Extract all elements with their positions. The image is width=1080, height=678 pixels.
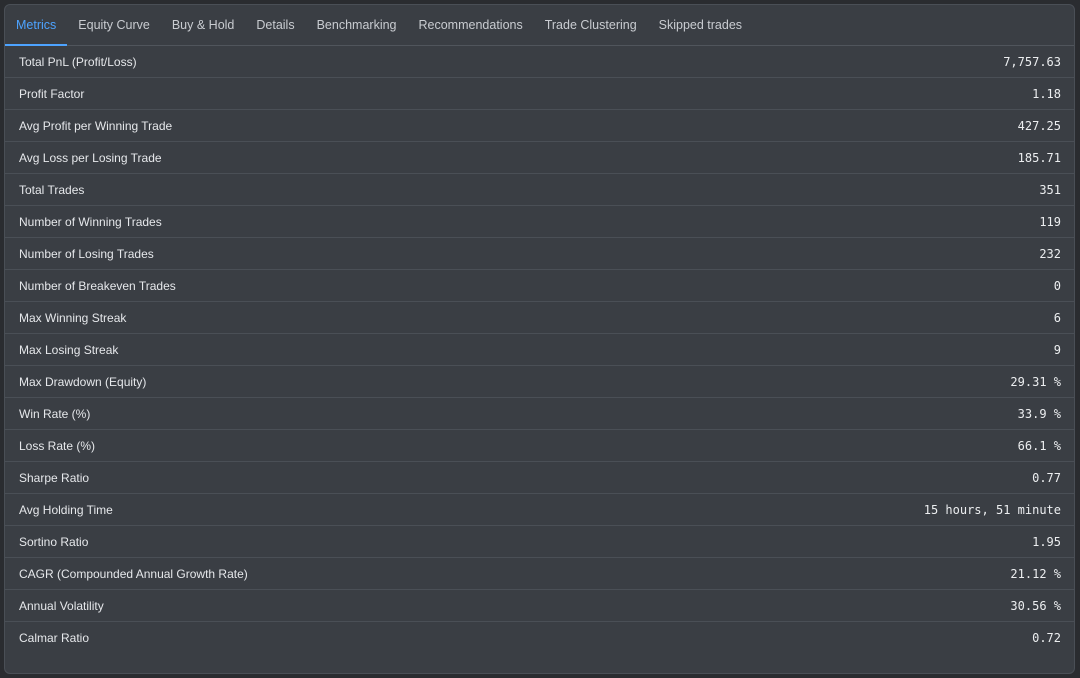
metric-label: Sortino Ratio xyxy=(19,534,89,549)
table-row: Total Trades 351 xyxy=(5,174,1074,206)
metric-label: Number of Winning Trades xyxy=(19,214,162,229)
table-row: CAGR (Compounded Annual Growth Rate) 21.… xyxy=(5,558,1074,590)
metric-label: Sharpe Ratio xyxy=(19,470,90,485)
metric-label: Max Winning Streak xyxy=(19,310,127,325)
metric-label: CAGR (Compounded Annual Growth Rate) xyxy=(19,566,248,581)
metric-label: Loss Rate (%) xyxy=(19,438,96,453)
table-row: Avg Loss per Losing Trade 185.71 xyxy=(5,142,1074,174)
metric-label: Avg Loss per Losing Trade xyxy=(19,150,162,165)
metric-label: Win Rate (%) xyxy=(19,406,91,421)
tab-trade-clustering[interactable]: Trade Clustering xyxy=(534,5,648,45)
metric-value: 351 xyxy=(1039,182,1061,197)
metric-label: Profit Factor xyxy=(19,86,85,101)
metric-label: Calmar Ratio xyxy=(19,631,90,645)
metric-value: 119 xyxy=(1039,214,1061,229)
table-row: Annual Volatility 30.56 % xyxy=(5,590,1074,622)
tab-buy-and-hold[interactable]: Buy & Hold xyxy=(161,5,246,45)
table-row: Avg Holding Time 15 hours, 51 minute xyxy=(5,494,1074,526)
table-row: Profit Factor 1.18 xyxy=(5,78,1074,110)
metric-value: 7,757.63 xyxy=(1003,54,1061,69)
metric-value: 29.31 % xyxy=(1010,374,1061,389)
tab-details[interactable]: Details xyxy=(245,5,305,45)
table-row: Max Winning Streak 6 xyxy=(5,302,1074,334)
metric-label: Max Losing Streak xyxy=(19,342,119,357)
metric-value: 232 xyxy=(1039,246,1061,261)
tab-equity-curve[interactable]: Equity Curve xyxy=(67,5,161,45)
metric-value: 15 hours, 51 minute xyxy=(923,502,1061,517)
table-row: Avg Profit per Winning Trade 427.25 xyxy=(5,110,1074,142)
table-row: Win Rate (%) 33.9 % xyxy=(5,398,1074,430)
tab-recommendations[interactable]: Recommendations xyxy=(408,5,534,45)
metric-value: 30.56 % xyxy=(1010,598,1061,613)
tab-benchmarking[interactable]: Benchmarking xyxy=(306,5,408,45)
metric-value: 6 xyxy=(1053,310,1061,325)
metric-value: 0.77 xyxy=(1032,470,1061,485)
table-row: Number of Losing Trades 232 xyxy=(5,238,1074,270)
table-row: Sharpe Ratio 0.77 xyxy=(5,462,1074,494)
metric-value: 9 xyxy=(1053,342,1061,357)
metrics-table: Total PnL (Profit/Loss) 7,757.63 Profit … xyxy=(5,46,1074,654)
metric-label: Annual Volatility xyxy=(19,598,104,613)
metric-value: 1.18 xyxy=(1032,86,1061,101)
metric-label: Avg Holding Time xyxy=(19,502,113,517)
table-row: Number of Breakeven Trades 0 xyxy=(5,270,1074,302)
tab-skipped-trades[interactable]: Skipped trades xyxy=(648,5,753,45)
metric-value: 185.71 xyxy=(1017,150,1061,165)
metric-value: 0.72 xyxy=(1032,631,1061,645)
tab-metrics[interactable]: Metrics xyxy=(5,5,68,46)
metric-value: 0 xyxy=(1053,278,1061,293)
metric-value: 427.25 xyxy=(1017,118,1061,133)
table-row: Total PnL (Profit/Loss) 7,757.63 xyxy=(5,46,1074,78)
table-row: Loss Rate (%) 66.1 % xyxy=(5,430,1074,462)
table-row: Sortino Ratio 1.95 xyxy=(5,526,1074,558)
metric-label: Total Trades xyxy=(19,182,85,197)
metric-label: Max Drawdown (Equity) xyxy=(19,374,147,389)
metrics-panel: Metrics Equity Curve Buy & Hold Details … xyxy=(4,4,1075,674)
metric-label: Total PnL (Profit/Loss) xyxy=(19,54,137,69)
table-row: Max Drawdown (Equity) 29.31 % xyxy=(5,366,1074,398)
table-row: Number of Winning Trades 119 xyxy=(5,206,1074,238)
tab-bar: Metrics Equity Curve Buy & Hold Details … xyxy=(5,5,1074,46)
metric-value: 1.95 xyxy=(1032,534,1061,549)
metric-label: Avg Profit per Winning Trade xyxy=(19,118,173,133)
metric-value: 66.1 % xyxy=(1017,438,1061,453)
metric-value: 21.12 % xyxy=(1010,566,1061,581)
metric-value: 33.9 % xyxy=(1017,406,1061,421)
metric-label: Number of Breakeven Trades xyxy=(19,278,176,293)
table-row: Calmar Ratio 0.72 xyxy=(5,622,1074,654)
metric-label: Number of Losing Trades xyxy=(19,246,154,261)
table-row: Max Losing Streak 9 xyxy=(5,334,1074,366)
